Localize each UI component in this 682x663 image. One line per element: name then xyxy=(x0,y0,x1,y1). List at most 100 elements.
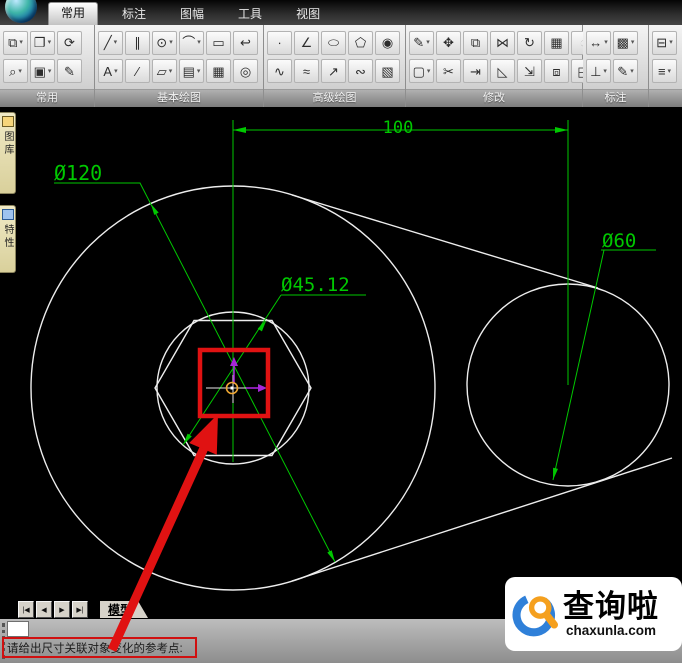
ribbon-group-label[interactable]: 标注 xyxy=(583,89,648,107)
tab-标注[interactable]: 标注 xyxy=(112,4,156,25)
dropdown-caret-icon[interactable]: ▾ xyxy=(169,39,173,46)
dim-text-d120[interactable]: Ø120 xyxy=(54,161,102,185)
grid-button[interactable]: ▦ xyxy=(206,59,231,84)
sidebar-tab-label: 图库 xyxy=(2,131,13,157)
gear-button[interactable]: ◉ xyxy=(375,30,400,55)
rectangle-button[interactable]: ▭ xyxy=(206,30,231,55)
save-edit-button[interactable]: ✎ xyxy=(57,59,82,84)
dropdown-caret-icon[interactable]: ▾ xyxy=(426,39,430,46)
sidebar-tab-特性[interactable]: 特性 xyxy=(0,205,16,273)
dropdown-caret-icon[interactable]: ▾ xyxy=(427,68,431,75)
dropdown-caret-icon[interactable]: ▾ xyxy=(630,68,634,75)
paste-button[interactable]: ⧉ ▾ xyxy=(3,30,28,55)
copy-button[interactable]: ❐ ▾ xyxy=(30,30,55,55)
array-button[interactable]: ▦ xyxy=(544,30,569,55)
ellipse-button[interactable]: ⬭ xyxy=(321,30,346,55)
bottom-tangent-line[interactable] xyxy=(291,457,673,582)
datum-button[interactable]: ⊥ ▾ xyxy=(586,59,611,84)
text-button[interactable]: A ▾ xyxy=(98,59,123,84)
dropdown-caret-icon[interactable]: ▾ xyxy=(668,68,672,75)
dropdown-caret-icon[interactable]: ▾ xyxy=(48,68,52,75)
rotate-button[interactable]: ↻ xyxy=(517,30,542,55)
dropdown-caret-icon[interactable]: ▾ xyxy=(19,39,23,46)
dropdown-caret-icon[interactable]: ▾ xyxy=(18,68,22,75)
paste-icon: ⧉ xyxy=(8,35,18,51)
ribbon-group-rows: ↔ ▾ ▩ ▾ ⊥ ▾ ✎ ▾ xyxy=(583,25,648,89)
dropdown-caret-icon[interactable]: ▾ xyxy=(114,68,118,75)
arc-button[interactable]: ⌒ ▾ xyxy=(179,30,204,55)
move-button[interactable]: ✥ xyxy=(436,30,461,55)
model-nav-button-2[interactable]: ▶ xyxy=(54,601,70,618)
ribbon-row: ↔ ▾ ▩ ▾ xyxy=(586,30,645,55)
dim-edit-button[interactable]: ✎ ▾ xyxy=(613,59,638,84)
dropdown-caret-icon[interactable]: ▾ xyxy=(604,39,608,46)
line-button[interactable]: ╱ ▾ xyxy=(98,30,123,55)
dropdown-caret-icon[interactable]: ▾ xyxy=(48,39,52,46)
arc-icon: ⌒ xyxy=(182,35,196,51)
dropdown-caret-icon[interactable]: ▾ xyxy=(669,39,673,46)
ribbon-group-label[interactable]: 高级绘图 xyxy=(264,89,405,107)
app-logo-icon[interactable] xyxy=(5,0,37,23)
parallel-line-button[interactable]: ∥ xyxy=(125,30,150,55)
zigzag-button[interactable]: ≈ xyxy=(294,59,319,84)
dim-text-d45[interactable]: Ø45.12 xyxy=(281,274,350,296)
ribbon-group-label[interactable]: 修改 xyxy=(406,89,582,107)
model-nav-button-3[interactable]: ▶| xyxy=(72,601,88,618)
dropdown-caret-icon[interactable]: ▾ xyxy=(197,68,201,75)
copy-object-button[interactable]: ⧉ xyxy=(463,30,488,55)
chamfer-button[interactable]: ◺ xyxy=(490,59,515,84)
ribbon-group-label[interactable]: 基本绘图 xyxy=(95,89,263,107)
ribbon-group-label[interactable]: 常用 xyxy=(0,89,94,107)
trim-button[interactable]: ✂ xyxy=(436,59,461,84)
polyline-button[interactable]: ↩ xyxy=(233,30,258,55)
model-nav-buttons: |◀ ◀ ▶ ▶| xyxy=(18,601,88,618)
angle-button[interactable]: ∠ xyxy=(294,30,319,55)
image-dim-button[interactable]: ▩ ▾ xyxy=(613,30,638,55)
model-nav-button-1[interactable]: ◀ xyxy=(36,601,52,618)
command-input-box[interactable] xyxy=(7,621,29,637)
select-button[interactable]: ▢ ▾ xyxy=(409,59,434,84)
dropdown-caret-icon[interactable]: ▾ xyxy=(169,68,173,75)
dim-text-d60[interactable]: Ø60 xyxy=(602,230,636,252)
tab-常用[interactable]: 常用 xyxy=(48,2,99,25)
drawing-canvas[interactable]: 图库 特性 100 Ø120 Ø45.12 Ø60 xyxy=(0,107,682,600)
wave-button[interactable]: ∿ xyxy=(267,59,292,84)
dim-text-100[interactable]: 100 xyxy=(383,118,414,138)
modify-brush-button[interactable]: ✎ ▾ xyxy=(409,30,434,55)
block-insert-button[interactable]: ▣ ▾ xyxy=(30,59,55,84)
explode-button[interactable]: ⧈ xyxy=(544,59,569,84)
zoom-button[interactable]: ⌕ ▾ xyxy=(3,59,28,84)
centerline-button[interactable]: ∕ xyxy=(125,59,150,84)
dropdown-caret-icon[interactable]: ▾ xyxy=(197,39,201,46)
dropdown-caret-icon[interactable]: ▾ xyxy=(603,68,607,75)
line-style-button[interactable]: ≡ ▾ xyxy=(652,59,677,84)
stamp-button[interactable]: ◎ xyxy=(233,59,258,84)
solid-button[interactable]: ▧ xyxy=(375,59,400,84)
extend-button[interactable]: ⇥ xyxy=(463,59,488,84)
ribbon-group-label[interactable] xyxy=(649,89,682,107)
dimension-icon: ↔ xyxy=(589,35,603,51)
point-button[interactable]: ∙ xyxy=(267,30,292,55)
scale-button[interactable]: ⇲ xyxy=(517,59,542,84)
tab-视图[interactable]: 视图 xyxy=(286,4,330,25)
refresh-button[interactable]: ⟳ xyxy=(57,30,82,55)
tab-工具[interactable]: 工具 xyxy=(228,4,272,25)
arrow-draw-button[interactable]: ↗ xyxy=(321,59,346,84)
dim-arrowhead xyxy=(257,320,267,332)
dimension-button[interactable]: ↔ ▾ xyxy=(586,30,611,55)
model-nav-button-0[interactable]: |◀ xyxy=(18,601,34,618)
dropdown-caret-icon[interactable]: ▾ xyxy=(114,39,118,46)
circle-button[interactable]: ⊙ ▾ xyxy=(152,30,177,55)
tab-model[interactable]: 模型 xyxy=(100,601,148,618)
leader-button[interactable]: ▱ ▾ xyxy=(152,59,177,84)
polygon-button[interactable]: ⬠ xyxy=(348,30,373,55)
mirror-button[interactable]: ⋈ xyxy=(490,30,515,55)
hatch-button[interactable]: ▤ ▾ xyxy=(179,59,204,84)
line-style-icon: ≡ xyxy=(657,63,666,79)
cloud-button[interactable]: ∾ xyxy=(348,59,373,84)
dropdown-caret-icon[interactable]: ▾ xyxy=(631,39,635,46)
tab-图幅[interactable]: 图幅 xyxy=(170,4,214,25)
sheet-button[interactable]: ⊟ ▾ xyxy=(652,30,677,55)
sidebar-tab-图库[interactable]: 图库 xyxy=(0,112,16,194)
leader-d45[interactable] xyxy=(182,294,366,446)
